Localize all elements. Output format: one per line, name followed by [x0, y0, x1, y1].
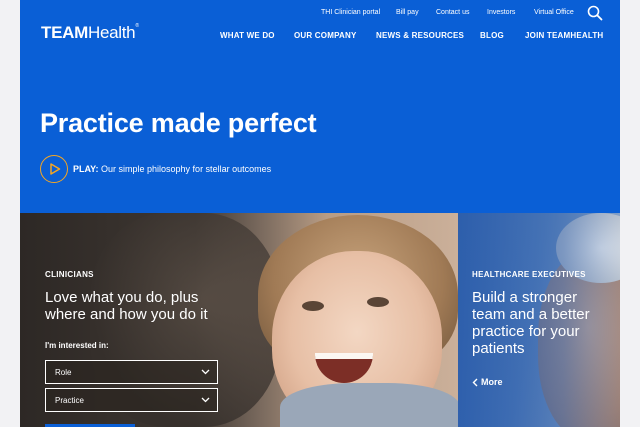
executives-panel: HEALTHCARE EXECUTIVES Build a stronger t…	[458, 213, 620, 427]
play-button[interactable]	[40, 155, 68, 183]
executives-title-line1: Build a stronger	[472, 289, 578, 306]
interest-label: I'm interested in:	[45, 341, 109, 350]
utility-link-bill-pay[interactable]: Bill pay	[396, 9, 419, 16]
clinicians-eyebrow: CLINICIANS	[45, 270, 94, 279]
nav-blog[interactable]: BLOG	[480, 31, 504, 40]
play-icon	[50, 163, 61, 175]
role-select-value: Role	[55, 368, 72, 377]
nav-our-company[interactable]: OUR COMPANY	[294, 31, 357, 40]
more-link-label: More	[481, 377, 503, 387]
clinicians-title-line2: where and how you do it	[45, 306, 208, 323]
executives-title-line2: team and a better	[472, 306, 590, 323]
practice-select-value: Practice	[55, 396, 84, 405]
executives-eyebrow: HEALTHCARE EXECUTIVES	[472, 270, 586, 279]
utility-link-clinician-portal[interactable]: THI Clinician portal	[321, 9, 380, 16]
search-icon[interactable]	[587, 5, 603, 21]
photo-girl-shirt	[280, 383, 458, 427]
chevron-down-icon	[201, 369, 210, 375]
chevron-left-icon	[472, 378, 478, 387]
page-frame: TEAMHealth® THI Clinician portal Bill pa…	[20, 0, 620, 427]
executives-title: Build a stronger team and a better pract…	[472, 289, 590, 357]
clinicians-panel: CLINICIANS Love what you do, plus where …	[20, 213, 458, 427]
photo-girl-eye-left	[302, 301, 324, 311]
role-select[interactable]: Role	[45, 360, 218, 384]
utility-link-investors[interactable]: Investors	[487, 9, 515, 16]
teamhealth-logo[interactable]: TEAMHealth®	[41, 23, 139, 43]
hero-banner: TEAMHealth® THI Clinician portal Bill pa…	[20, 0, 620, 213]
hero-headline: Practice made perfect	[40, 108, 317, 138]
practice-select[interactable]: Practice	[45, 388, 218, 412]
utility-link-contact-us[interactable]: Contact us	[436, 9, 469, 16]
clinicians-title: Love what you do, plus where and how you…	[45, 289, 208, 323]
nav-join-teamhealth[interactable]: JOIN TEAMHEALTH	[525, 31, 603, 40]
nav-what-we-do[interactable]: WHAT WE DO	[220, 31, 275, 40]
nav-news-resources[interactable]: NEWS & RESOURCES	[376, 31, 464, 40]
chevron-down-icon	[201, 397, 210, 403]
play-link[interactable]: PLAY: Our simple philosophy for stellar …	[73, 164, 271, 174]
executives-title-line3: practice for your	[472, 323, 580, 340]
utility-nav: THI Clinician portal Bill pay Contact us…	[20, 9, 620, 19]
utility-link-virtual-office[interactable]: Virtual Office	[534, 9, 574, 16]
clinicians-title-line1: Love what you do, plus	[45, 289, 199, 306]
play-description: Our simple philosophy for stellar outcom…	[98, 164, 272, 174]
executives-title-line4: patients	[472, 340, 525, 357]
play-label: PLAY:	[73, 164, 99, 174]
photo-girl-eye-right	[367, 297, 389, 307]
